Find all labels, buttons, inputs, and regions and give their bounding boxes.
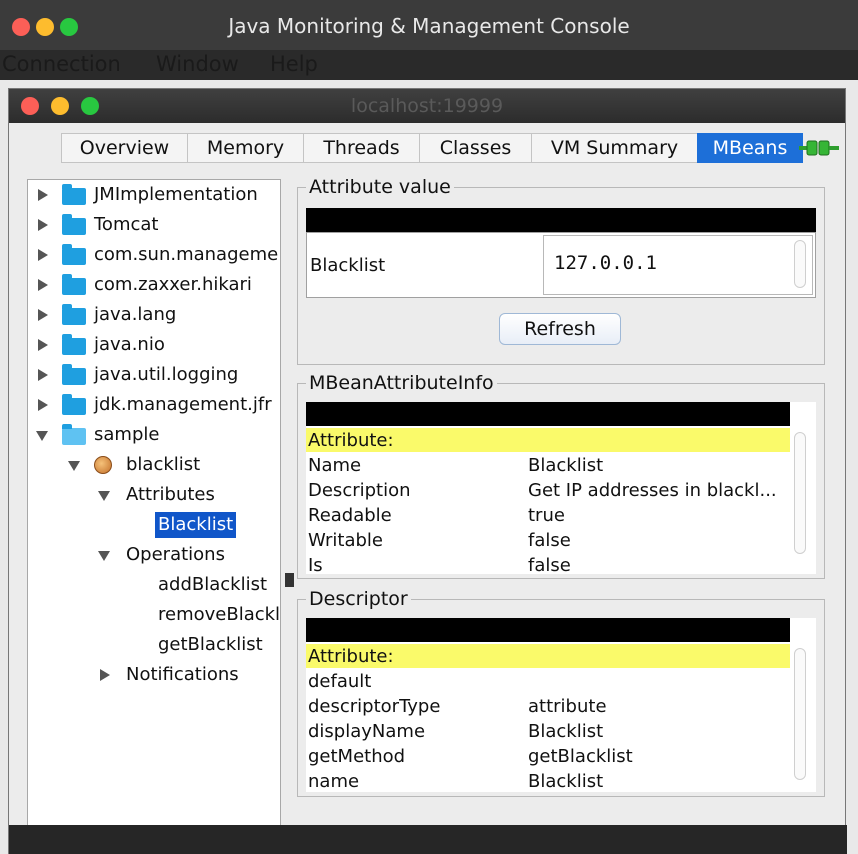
info-value-is: false [528, 555, 571, 574]
open-folder-icon [62, 424, 86, 445]
expand-icon[interactable] [38, 219, 48, 231]
descriptor-key-displayname: displayName [308, 721, 426, 742]
inner-minimize-button[interactable] [51, 97, 69, 115]
tab-bar: Overview Memory Threads Classes VM Summa… [61, 133, 803, 163]
table-header [306, 618, 790, 642]
attribute-info-title: MBeanAttributeInfo [306, 372, 497, 394]
inner-zoom-button[interactable] [81, 97, 99, 115]
connection-title-bar[interactable]: localhost:19999 [9, 89, 845, 123]
tab-vm-summary[interactable]: VM Summary [531, 133, 697, 163]
tab-overview[interactable]: Overview [61, 133, 187, 163]
info-value-description: Get IP addresses in blackl... [528, 480, 777, 501]
selected-attribute[interactable]: Blacklist [155, 512, 237, 538]
refresh-button[interactable]: Refresh [499, 313, 621, 345]
expand-icon[interactable] [38, 189, 48, 201]
tab-classes[interactable]: Classes [419, 133, 531, 163]
descriptor-table: Attribute: default descriptorType attrib… [306, 618, 816, 792]
connected-plug-icon [799, 140, 839, 156]
folder-icon [62, 214, 86, 235]
expand-icon[interactable] [38, 369, 48, 381]
status-bar [9, 825, 847, 854]
descriptor-title: Descriptor [306, 588, 411, 610]
descriptor-value-getmethod: getBlacklist [528, 746, 633, 767]
folder-icon [62, 184, 86, 205]
close-window-button[interactable] [12, 18, 30, 36]
collapse-icon[interactable] [36, 431, 48, 441]
folder-icon [62, 244, 86, 265]
folder-icon [62, 364, 86, 385]
attribute-value-table: Blacklist 127.0.0.1 [306, 232, 816, 298]
descriptor-key-name: name [308, 771, 360, 792]
expand-icon[interactable] [38, 399, 48, 411]
descriptor-value-displayname: Blacklist [528, 721, 604, 742]
attribute-info-scrollbar[interactable] [794, 432, 806, 554]
expand-icon[interactable] [38, 339, 48, 351]
connection-title: localhost:19999 [350, 95, 504, 117]
info-key-writable: Writable [308, 530, 383, 551]
tab-mbeans[interactable]: MBeans [697, 133, 803, 163]
mbean-icon [94, 456, 112, 474]
info-key-description: Description [308, 480, 411, 501]
table-header [306, 208, 816, 232]
connection-window: localhost:19999 Overview Memory Threads … [8, 88, 847, 854]
info-key-is: Is [308, 555, 323, 574]
expand-icon[interactable] [38, 279, 48, 291]
outer-window: Java Monitoring & Management Console Con… [0, 0, 858, 854]
descriptor-panel: Descriptor Attribute: default descriptor… [297, 588, 825, 797]
descriptor-key-descriptortype: descriptorType [308, 696, 441, 717]
attribute-name: Blacklist [310, 255, 386, 276]
attribute-value-title: Attribute value [306, 176, 454, 198]
descriptor-scrollbar[interactable] [794, 648, 806, 780]
folder-icon [62, 304, 86, 325]
menu-help[interactable]: Help [270, 50, 318, 78]
descriptor-key-default: default [308, 671, 372, 692]
expand-icon[interactable] [38, 249, 48, 261]
info-value-readable: true [528, 505, 565, 526]
expand-icon[interactable] [38, 309, 48, 321]
collapse-icon[interactable] [68, 461, 80, 471]
attribute-value-field[interactable]: 127.0.0.1 [543, 235, 813, 295]
outer-title-bar[interactable]: Java Monitoring & Management Console [0, 0, 858, 50]
info-value-writable: false [528, 530, 571, 551]
inner-close-button[interactable] [21, 97, 39, 115]
window-title: Java Monitoring & Management Console [228, 14, 630, 38]
folder-icon [62, 334, 86, 355]
table-header [306, 402, 790, 426]
mbean-tree[interactable]: JMImplementation Tomcat com.sun.manageme… [27, 179, 281, 854]
attribute-info-panel: MBeanAttributeInfo Attribute: Name Black… [297, 372, 825, 579]
split-pane-divider[interactable] [285, 573, 294, 587]
attribute-header-label: Attribute: [308, 430, 394, 451]
tab-threads[interactable]: Threads [303, 133, 419, 163]
descriptor-value-descriptortype: attribute [528, 696, 607, 717]
attribute-info-table: Attribute: Name Blacklist Description Ge… [306, 402, 816, 574]
folder-icon [62, 394, 86, 415]
menu-bar: Connection Window Help [0, 50, 858, 80]
info-value-name: Blacklist [528, 455, 604, 476]
expand-icon[interactable] [100, 669, 110, 681]
descriptor-header-label: Attribute: [308, 646, 394, 667]
collapse-icon[interactable] [98, 551, 110, 561]
descriptor-value-name: Blacklist [528, 771, 604, 792]
menu-window[interactable]: Window [156, 50, 239, 78]
value-scrollbar[interactable] [794, 240, 806, 288]
info-key-name: Name [308, 455, 362, 476]
minimize-window-button[interactable] [36, 18, 54, 36]
descriptor-key-getmethod: getMethod [308, 746, 406, 767]
attribute-value-text: 127.0.0.1 [554, 252, 657, 274]
menu-connection[interactable]: Connection [2, 50, 121, 78]
tab-memory[interactable]: Memory [187, 133, 303, 163]
folder-icon [62, 274, 86, 295]
zoom-window-button[interactable] [60, 18, 78, 36]
collapse-icon[interactable] [98, 491, 110, 501]
info-key-readable: Readable [308, 505, 392, 526]
